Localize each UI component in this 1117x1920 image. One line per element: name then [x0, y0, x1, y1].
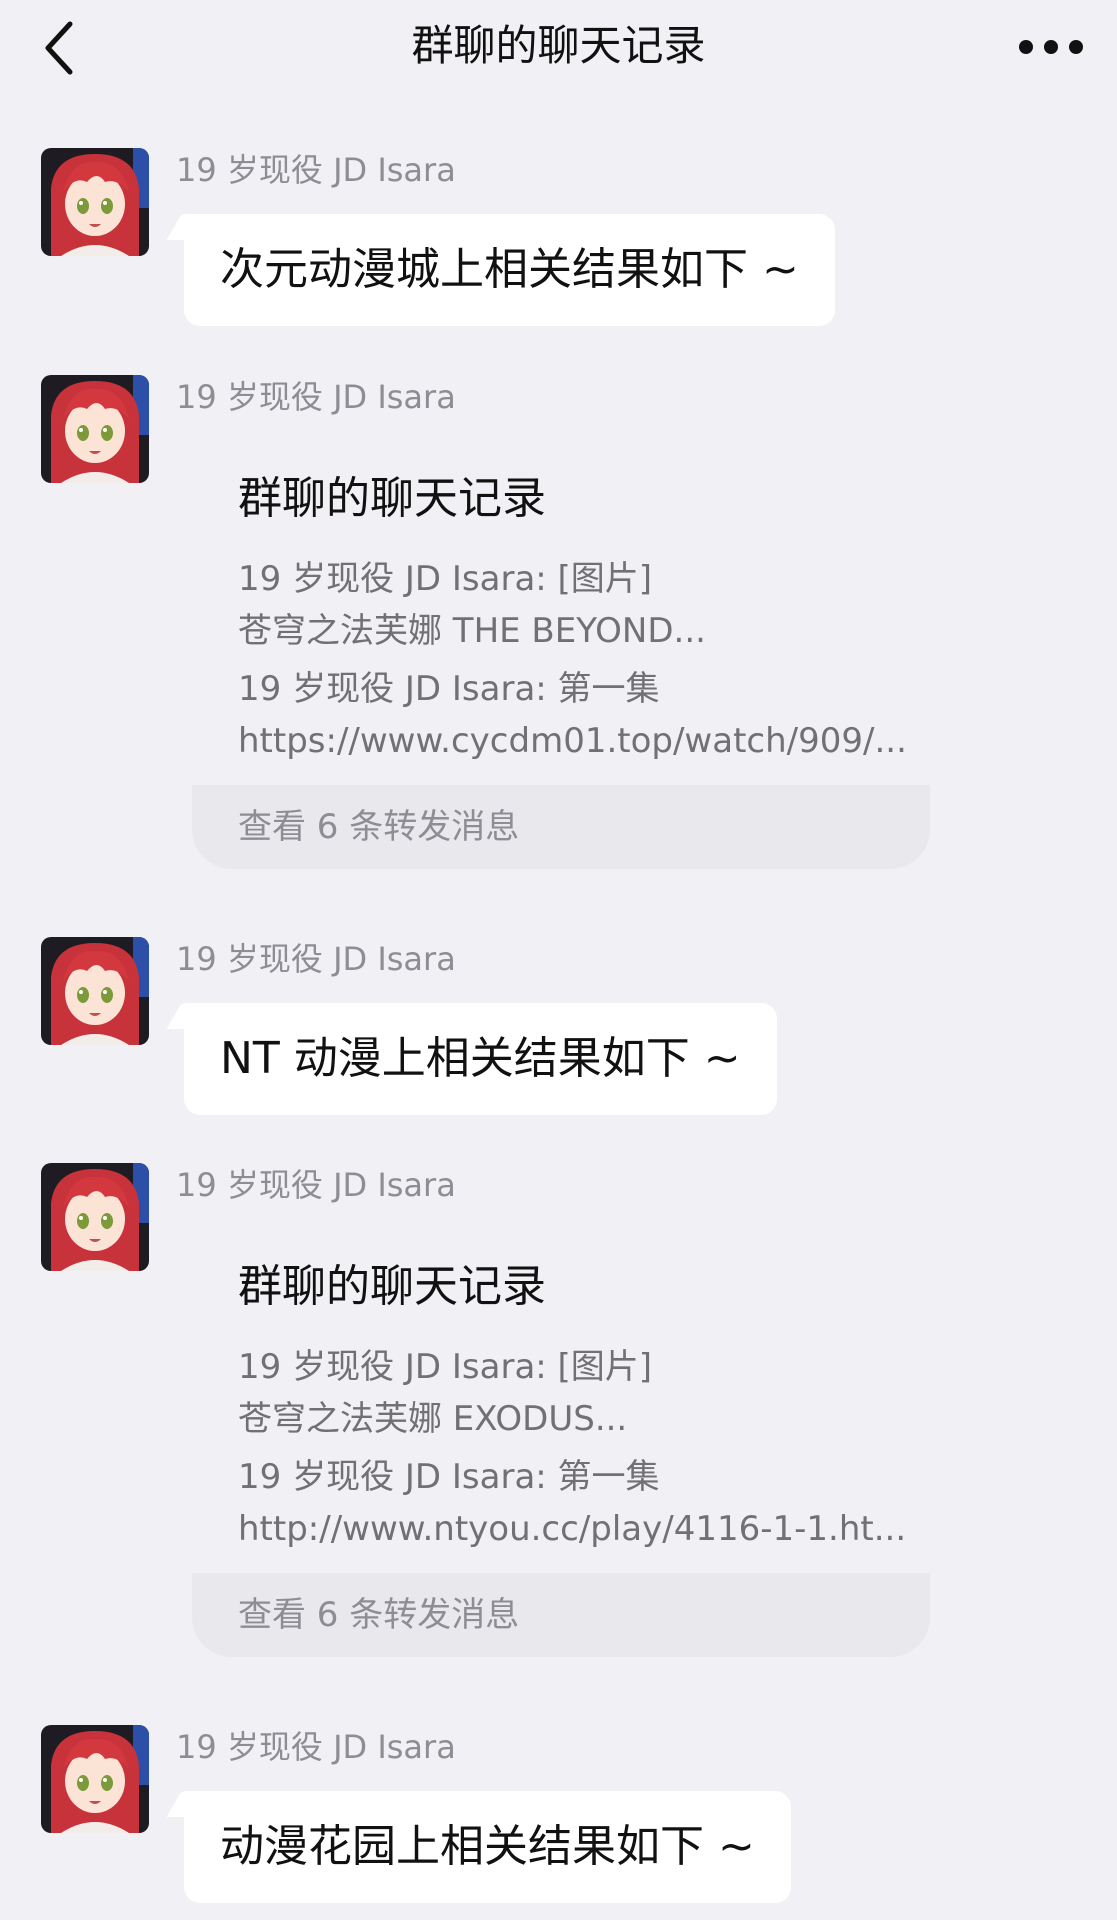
card-title: 群聊的聊天记录 [238, 473, 546, 524]
avatar[interactable] [41, 937, 149, 1045]
avatar[interactable] [41, 375, 149, 483]
card-preview-line: 苍穹之法芙娜 EXODUS... [238, 1399, 628, 1439]
card-preview-line: 苍穹之法芙娜 THE BEYOND... [238, 611, 706, 651]
avatar[interactable] [41, 1163, 149, 1271]
message-bubble[interactable]: 次元动漫城上相关结果如下 ~ [184, 214, 835, 326]
card-preview-line: 19 岁现役 JD Isara: [图片] [238, 559, 653, 599]
sender-name: 19 岁现役 JD Isara [176, 1728, 456, 1766]
forwarded-chat-card[interactable]: 群聊的聊天记录 19 岁现役 JD Isara: [图片] 苍穹之法芙娜 EXO… [192, 1255, 930, 1751]
card-preview-line: 19 岁现役 JD Isara: [图片] [238, 1347, 653, 1387]
sender-name: 19 岁现役 JD Isara [176, 1166, 456, 1204]
more-dots-icon[interactable] [1016, 26, 1086, 68]
view-forwarded-messages-link: 查看 6 条转发消息 [238, 807, 520, 847]
top-bar: 群聊的聊天记录 [0, 0, 1117, 95]
message-text: NT 动漫上相关结果如下 ~ [220, 1033, 741, 1084]
card-preview-line: 19 岁现役 JD Isara: 第一集 [238, 669, 660, 709]
message-bubble[interactable]: NT 动漫上相关结果如下 ~ [184, 1003, 777, 1115]
card-footer[interactable]: 查看 6 条转发消息 [192, 785, 930, 869]
view-forwarded-messages-link: 查看 6 条转发消息 [238, 1595, 520, 1635]
card-preview-line: 19 岁现役 JD Isara: 第一集 [238, 1457, 660, 1497]
avatar[interactable] [41, 1725, 149, 1833]
message-text: 次元动漫城上相关结果如下 ~ [220, 244, 799, 295]
message-bubble[interactable]: 动漫花园上相关结果如下 ~ [184, 1791, 791, 1903]
card-preview-line: https://www.cycdm01.top/watch/909/... [238, 721, 907, 761]
card-title: 群聊的聊天记录 [238, 1261, 546, 1312]
sender-name: 19 岁现役 JD Isara [176, 151, 456, 189]
message-text: 动漫花园上相关结果如下 ~ [220, 1821, 755, 1872]
sender-name: 19 岁现役 JD Isara [176, 378, 456, 416]
page-title: 群聊的聊天记录 [411, 21, 706, 70]
sender-name: 19 岁现役 JD Isara [176, 940, 456, 978]
card-preview-line: http://www.ntyou.cc/play/4116-1-1.ht... [238, 1509, 907, 1549]
avatar[interactable] [41, 148, 149, 256]
forwarded-chat-card[interactable]: 群聊的聊天记录 19 岁现役 JD Isara: [图片] 苍穹之法芙娜 THE… [192, 467, 930, 963]
card-footer[interactable]: 查看 6 条转发消息 [192, 1573, 930, 1657]
